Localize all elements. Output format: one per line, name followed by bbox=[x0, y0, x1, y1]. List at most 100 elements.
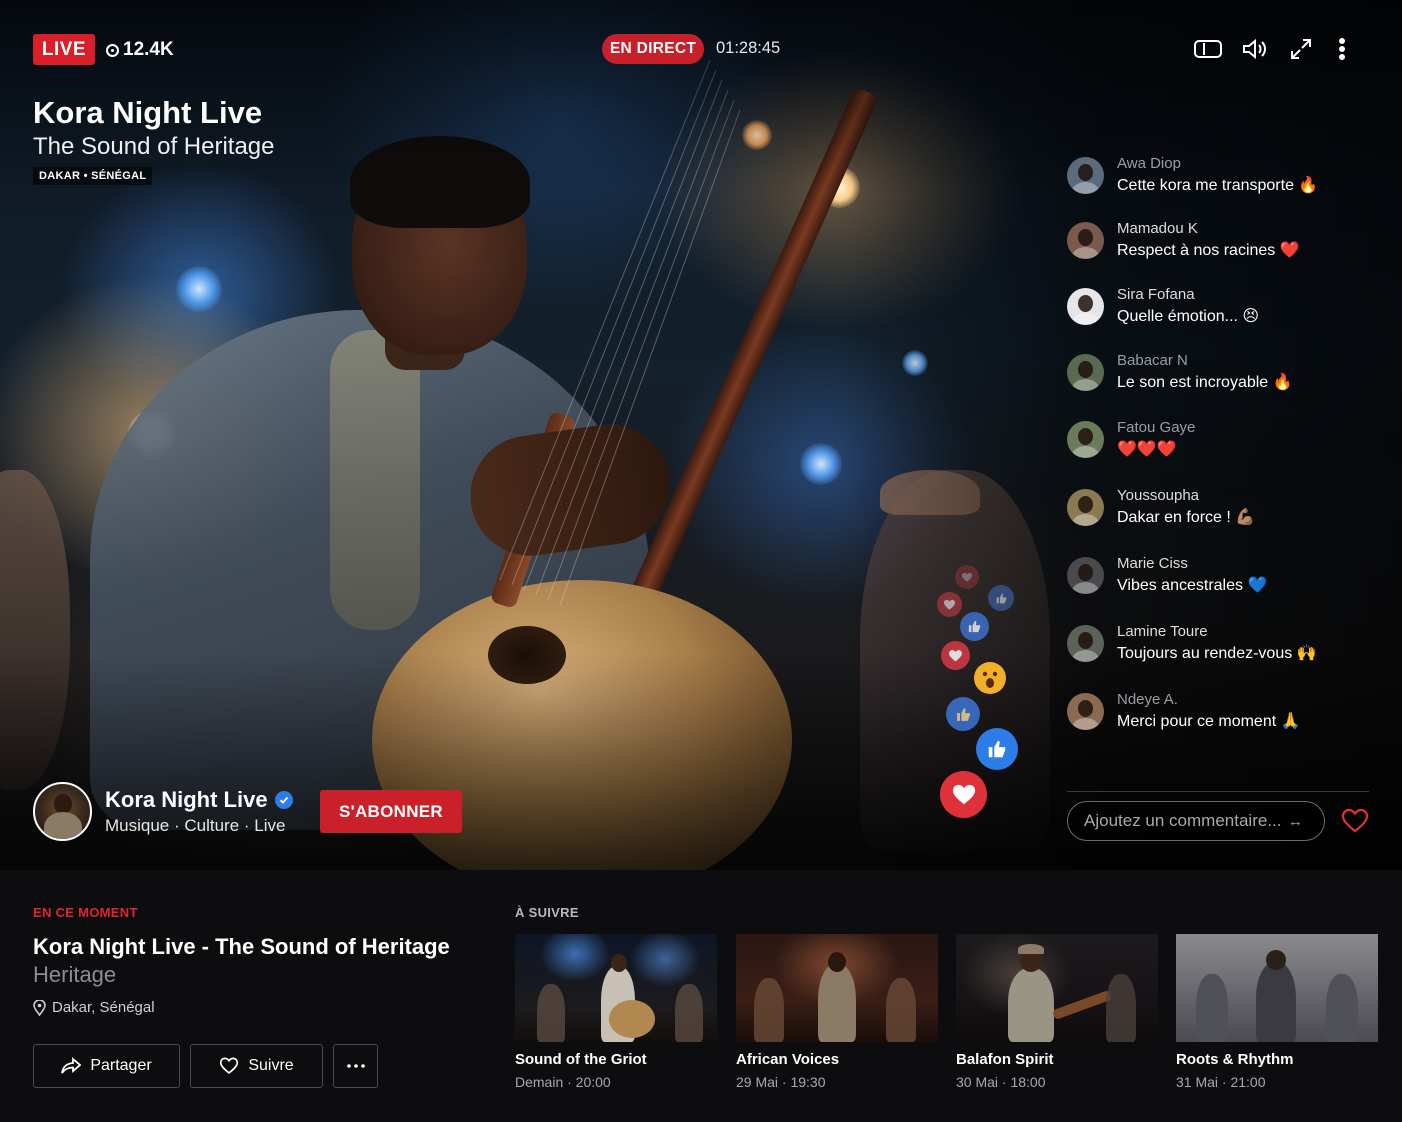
comment-input[interactable] bbox=[1084, 811, 1280, 831]
more-horizontal-icon bbox=[346, 1064, 365, 1068]
up-next-title: African Voices bbox=[736, 1051, 840, 1068]
up-next-thumbnail bbox=[956, 934, 1158, 1042]
fullscreen-icon bbox=[1291, 39, 1311, 59]
theater-mode-button[interactable] bbox=[1193, 34, 1223, 64]
heart-icon bbox=[1341, 808, 1369, 833]
thumbs-up-icon bbox=[988, 585, 1014, 611]
up-next-time: 29 Mai · 19:30 bbox=[736, 1074, 826, 1090]
chat-message: Sira Fofana Quelle émotion... 😣 bbox=[1067, 286, 1367, 336]
volume-button[interactable] bbox=[1240, 34, 1270, 64]
follow-label: Suivre bbox=[248, 1057, 294, 1074]
like-button[interactable] bbox=[1341, 808, 1369, 836]
send-icon[interactable]: ↔ bbox=[1288, 813, 1303, 830]
viewer-count: 12.4K bbox=[106, 38, 174, 62]
chat-text: Respect à nos racines ❤️ bbox=[1117, 242, 1300, 259]
subscribe-button[interactable]: S'ABONNER bbox=[320, 790, 462, 833]
chat-message: Marie Ciss Vibes ancestrales 💙 bbox=[1067, 555, 1367, 605]
chat-text: Cette kora me transporte 🔥 bbox=[1117, 177, 1319, 194]
chat-text: ❤️❤️❤️ bbox=[1117, 441, 1177, 458]
location-pin-icon bbox=[33, 999, 46, 1016]
chat-username[interactable]: Ndeye A. bbox=[1117, 691, 1301, 708]
heart-icon bbox=[941, 641, 970, 670]
now-playing-label: EN CE MOMENT bbox=[33, 905, 138, 920]
heart-icon bbox=[220, 1057, 239, 1074]
share-label: Partager bbox=[90, 1057, 152, 1074]
location-text: Dakar, Sénégal bbox=[52, 999, 155, 1016]
chat-message: Lamine Toure Toujours au rendez-vous 🙌 bbox=[1067, 623, 1367, 673]
thumbs-up-icon bbox=[960, 612, 989, 641]
viewer-count-value: 12.4K bbox=[123, 39, 174, 60]
chat-message: Ndeye A. Merci pour ce moment 🙏 bbox=[1067, 691, 1367, 741]
channel-name[interactable]: Kora Night Live bbox=[105, 787, 293, 813]
channel-name-label: Kora Night Live bbox=[105, 787, 268, 812]
chat-message: Fatou Gaye ❤️❤️❤️ bbox=[1067, 419, 1367, 469]
channel-avatar[interactable] bbox=[33, 782, 92, 841]
chat-username[interactable]: Babacar N bbox=[1117, 352, 1293, 369]
up-next-time: Demain · 20:00 bbox=[515, 1074, 611, 1090]
chat-message: Awa Diop Cette kora me transporte 🔥 bbox=[1067, 155, 1367, 205]
avatar bbox=[1067, 489, 1104, 526]
chat-username[interactable]: Lamine Toure bbox=[1117, 623, 1317, 640]
up-next-time: 30 Mai · 18:00 bbox=[956, 1074, 1046, 1090]
up-next-card[interactable]: Sound of the Griot Demain · 20:00 bbox=[515, 934, 717, 1090]
channel-tags: Musique · Culture · Live bbox=[105, 816, 286, 835]
up-next-title: Roots & Rhythm bbox=[1176, 1051, 1294, 1068]
share-icon bbox=[61, 1057, 82, 1074]
theater-icon bbox=[1194, 40, 1222, 58]
share-button[interactable]: Partager bbox=[33, 1044, 180, 1088]
avatar bbox=[1067, 288, 1104, 325]
chat-text: Toujours au rendez-vous 🙌 bbox=[1117, 645, 1317, 662]
chat-text: Vibes ancestrales 💙 bbox=[1117, 577, 1268, 594]
live-badge: LIVE bbox=[33, 34, 95, 65]
chat-message: Youssoupha Dakar en force ! 💪🏽 bbox=[1067, 487, 1367, 537]
now-playing-location: Dakar, Sénégal bbox=[33, 999, 155, 1016]
chat-divider bbox=[1067, 791, 1369, 792]
more-options-button[interactable] bbox=[1327, 34, 1357, 64]
stream-subtitle: The Sound of Heritage bbox=[33, 133, 275, 160]
follow-button[interactable]: Suivre bbox=[190, 1044, 323, 1088]
wow-icon bbox=[974, 662, 1006, 694]
chat-message: Mamadou K Respect à nos racines ❤️ bbox=[1067, 220, 1367, 270]
now-playing-title: Kora Night Live - The Sound of Heritage bbox=[33, 934, 450, 959]
chat-username[interactable]: Awa Diop bbox=[1117, 155, 1318, 172]
avatar bbox=[1067, 354, 1104, 391]
location-chip: DAKAR • SÉNÉGAL bbox=[33, 167, 153, 185]
up-next-label: À SUIVRE bbox=[515, 905, 579, 920]
avatar bbox=[1067, 557, 1104, 594]
thumbs-up-icon bbox=[976, 728, 1018, 770]
thumbs-up-icon bbox=[946, 697, 980, 731]
more-actions-button[interactable] bbox=[333, 1044, 378, 1088]
elapsed-time: 01:28:45 bbox=[716, 39, 781, 57]
avatar bbox=[1067, 157, 1104, 194]
up-next-thumbnail bbox=[736, 934, 938, 1042]
chat-text: Dakar en force ! 💪🏽 bbox=[1117, 509, 1256, 526]
eye-icon bbox=[106, 43, 119, 57]
chat-username[interactable]: Youssoupha bbox=[1117, 487, 1255, 504]
avatar bbox=[1067, 625, 1104, 662]
up-next-card[interactable]: Roots & Rhythm 31 Mai · 21:00 bbox=[1176, 934, 1378, 1090]
avatar bbox=[1067, 421, 1104, 458]
more-vertical-icon bbox=[1339, 38, 1345, 60]
stream-title: Kora Night Live bbox=[33, 95, 263, 130]
chat-username[interactable]: Mamadou K bbox=[1117, 220, 1300, 237]
chat-username[interactable]: Marie Ciss bbox=[1117, 555, 1267, 572]
up-next-title: Sound of the Griot bbox=[515, 1051, 647, 1068]
up-next-thumbnail bbox=[1176, 934, 1378, 1042]
chat-text: Merci pour ce moment 🙏 bbox=[1117, 713, 1301, 730]
chat-text: Quelle émotion... 😣 bbox=[1117, 308, 1260, 325]
avatar bbox=[1067, 693, 1104, 730]
verified-icon bbox=[274, 791, 293, 809]
heart-icon bbox=[940, 771, 987, 818]
comment-field[interactable]: ↔ bbox=[1067, 801, 1325, 841]
up-next-card[interactable]: African Voices 29 Mai · 19:30 bbox=[736, 934, 938, 1090]
up-next-card[interactable]: Balafon Spirit 30 Mai · 18:00 bbox=[956, 934, 1158, 1090]
up-next-title: Balafon Spirit bbox=[956, 1051, 1054, 1068]
volume-icon bbox=[1243, 38, 1266, 60]
up-next-thumbnail bbox=[515, 934, 717, 1042]
heart-icon bbox=[937, 592, 962, 617]
chat-username[interactable]: Sira Fofana bbox=[1117, 286, 1259, 303]
fullscreen-button[interactable] bbox=[1286, 34, 1316, 64]
chat-username[interactable]: Fatou Gaye bbox=[1117, 419, 1195, 436]
avatar bbox=[1067, 222, 1104, 259]
status-badge: EN DIRECT bbox=[602, 34, 704, 64]
